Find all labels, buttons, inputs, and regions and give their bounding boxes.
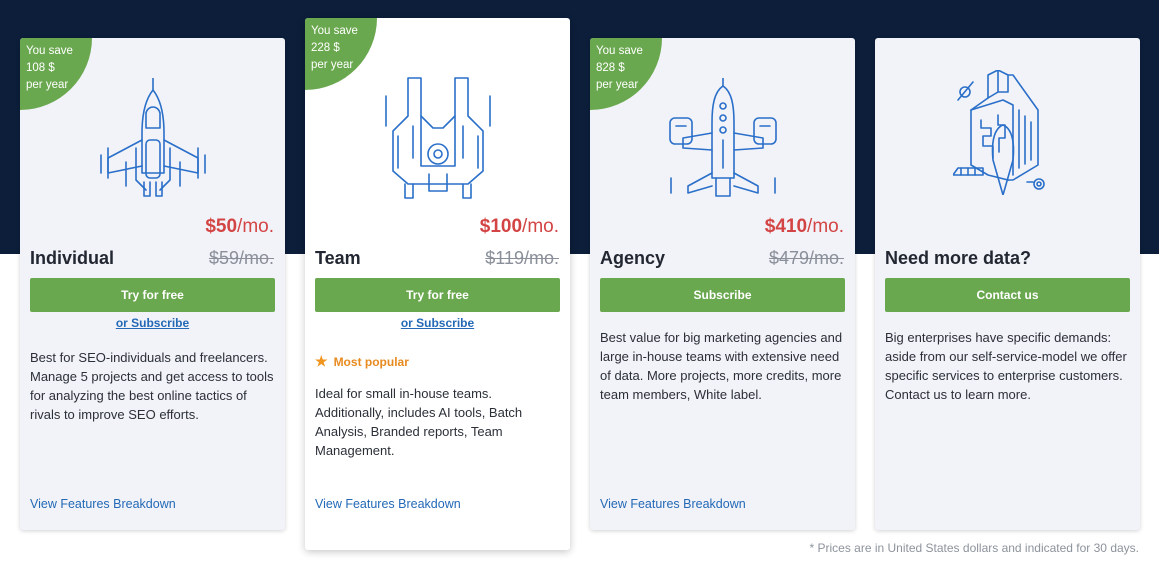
view-features-link[interactable]: View Features Breakdown [315,497,461,511]
spaceship-station-icon [952,70,1045,195]
contact-us-button[interactable]: Contact us [885,278,1130,312]
plan-name: Agency [600,248,666,268]
savings-badge: You save 828 $ per year [590,38,662,110]
plan-card-agency: You save 828 $ per year $410/mo. Agency … [590,38,855,530]
current-price: $50/mo. [205,216,274,237]
current-price: $410/mo. [764,216,844,237]
plan-card-team: You save 228 $ per year $100/mo. Team $1… [305,18,570,550]
plan-name: Team [315,248,361,268]
plan-name: Need more data? [885,248,1032,268]
pricing-footnote: * Prices are in United States dollars an… [809,541,1139,555]
spaceship-cruiser-icon [384,77,491,199]
plan-description: Big enterprises have specific demands: a… [885,330,1127,402]
original-price: $119/mo. [485,248,559,268]
view-features-link[interactable]: View Features Breakdown [30,497,176,511]
view-features-link[interactable]: View Features Breakdown [600,497,746,511]
try-for-free-button[interactable]: Try for free [30,278,275,312]
subscribe-button[interactable]: Subscribe [600,278,845,312]
most-popular-badge: ★ Most popular [315,353,409,369]
try-for-free-button[interactable]: Try for free [315,278,560,312]
plan-description: Best for SEO-individuals and freelancers… [30,350,274,422]
savings-badge: You save 228 $ per year [305,18,377,90]
plan-description: Ideal for small in-house teams. Addition… [315,386,523,458]
plan-name: Individual [30,248,115,268]
original-price: $479/mo. [768,248,844,268]
plan-description: Best value for big marketing agencies an… [600,330,843,402]
current-price: $100/mo. [479,216,559,237]
original-price: $59/mo. [208,248,274,268]
subscribe-link[interactable]: or Subscribe [305,316,570,330]
spaceship-carrier-icon [668,78,777,197]
plan-card-individual: You save 108 $ per year $50/mo. Individu… [20,38,285,530]
spaceship-fighter-icon [99,78,206,197]
star-icon: ★ [315,353,328,369]
savings-badge: You save 108 $ per year [20,38,92,110]
subscribe-link[interactable]: or Subscribe [20,316,285,330]
plan-card-enterprise: Need more data? Contact us Big enterpris… [875,38,1140,530]
